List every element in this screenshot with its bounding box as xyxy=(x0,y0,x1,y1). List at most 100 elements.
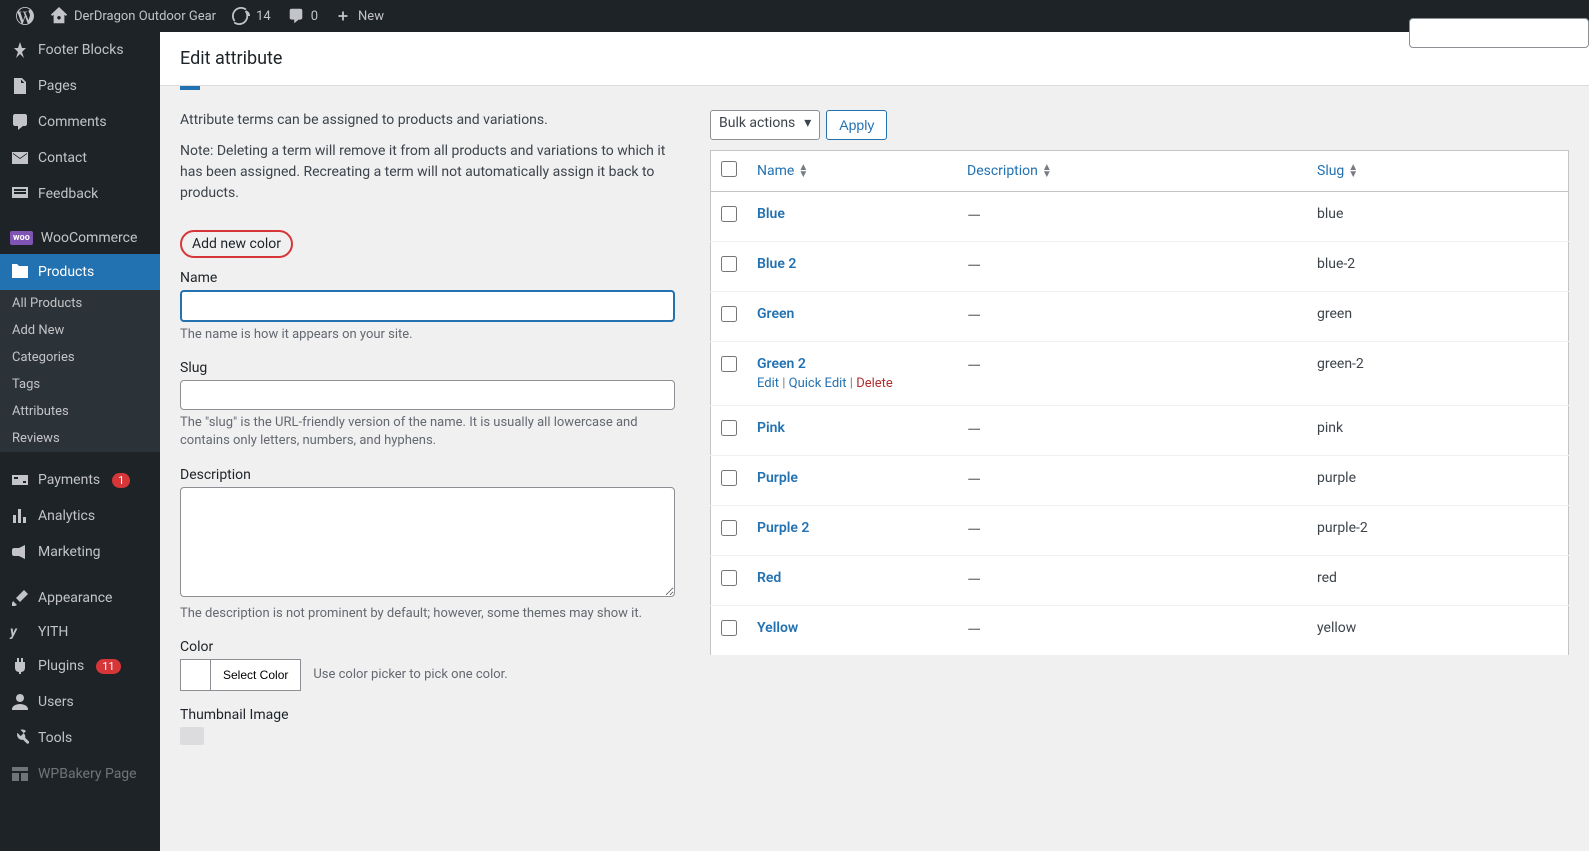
comments-link[interactable]: 0 xyxy=(279,0,326,32)
wp-logo[interactable] xyxy=(8,0,42,32)
term-name-link[interactable]: Red xyxy=(757,570,781,586)
term-description: — xyxy=(967,256,981,277)
color-swatch[interactable] xyxy=(181,660,211,690)
term-slug: blue xyxy=(1307,192,1569,242)
brush-icon xyxy=(10,588,30,608)
new-label: New xyxy=(358,9,384,24)
term-slug: yellow xyxy=(1307,606,1569,656)
update-icon xyxy=(232,7,250,25)
sidebar-item-marketing[interactable]: Marketing xyxy=(0,534,160,570)
name-input[interactable] xyxy=(180,290,675,322)
sidebar-label: Analytics xyxy=(38,508,95,524)
content-header: Edit attribute xyxy=(160,32,1589,86)
new-link[interactable]: New xyxy=(326,0,392,32)
sidebar-item-payments[interactable]: Payments 1 xyxy=(0,462,160,498)
payments-badge: 1 xyxy=(112,473,130,488)
term-name-link[interactable]: Purple 2 xyxy=(757,520,809,536)
col-slug[interactable]: Slug▲▼ xyxy=(1307,151,1569,192)
sidebar-item-plugins[interactable]: Plugins 11 xyxy=(0,648,160,684)
term-slug: purple-2 xyxy=(1307,506,1569,556)
sidebar-item-yith[interactable]: y YITH xyxy=(0,616,160,648)
bulk-actions-select[interactable]: Bulk actions xyxy=(710,110,820,140)
row-checkbox[interactable] xyxy=(721,620,737,636)
table-row: Green 2 Edit | Quick Edit | Delete — gre… xyxy=(711,342,1569,406)
row-checkbox[interactable] xyxy=(721,570,737,586)
submenu-categories[interactable]: Categories xyxy=(0,344,160,371)
slug-help: The "slug" is the URL-friendly version o… xyxy=(180,414,680,450)
builder-icon xyxy=(10,764,30,784)
sidebar-item-wpbakery[interactable]: WPBakery Page xyxy=(0,756,160,792)
col-description[interactable]: Description▲▼ xyxy=(957,151,1307,192)
slug-input[interactable] xyxy=(180,380,675,410)
description-field: Description The description is not promi… xyxy=(180,467,680,623)
submenu-all-products[interactable]: All Products xyxy=(0,290,160,317)
sidebar-label: Products xyxy=(38,264,94,280)
row-checkbox[interactable] xyxy=(721,420,737,436)
admin-bar: DerDragon Outdoor Gear 14 0 New xyxy=(0,0,1589,32)
sidebar-item-users[interactable]: Users xyxy=(0,684,160,720)
sidebar-item-footer-blocks[interactable]: Footer Blocks xyxy=(0,32,160,68)
term-name-link[interactable]: Blue xyxy=(757,206,785,222)
table-row: Blue 2 — blue-2 xyxy=(711,242,1569,292)
description-help: The description is not prominent by defa… xyxy=(180,605,680,623)
site-name: DerDragon Outdoor Gear xyxy=(74,9,216,24)
row-checkbox[interactable] xyxy=(721,206,737,222)
col-name[interactable]: Name▲▼ xyxy=(747,151,957,192)
sidebar-item-analytics[interactable]: Analytics xyxy=(0,498,160,534)
row-checkbox[interactable] xyxy=(721,520,737,536)
updates-link[interactable]: 14 xyxy=(224,0,279,32)
slug-label: Slug xyxy=(180,360,680,376)
sort-icon: ▲▼ xyxy=(1348,164,1358,178)
term-name-link[interactable]: Purple xyxy=(757,470,798,486)
name-label: Name xyxy=(180,270,680,286)
table-row: Yellow — yellow xyxy=(711,606,1569,656)
comment-icon xyxy=(287,7,305,25)
sidebar-label: Footer Blocks xyxy=(38,42,124,58)
term-slug: red xyxy=(1307,556,1569,606)
sidebar-item-products[interactable]: Products xyxy=(0,254,160,290)
color-label: Color xyxy=(180,639,680,655)
select-all-checkbox[interactable] xyxy=(721,161,737,177)
comments-count: 0 xyxy=(311,9,318,24)
plus-icon xyxy=(334,7,352,25)
thumbnail-placeholder-icon[interactable] xyxy=(180,727,204,745)
site-link[interactable]: DerDragon Outdoor Gear xyxy=(42,0,224,32)
row-checkbox[interactable] xyxy=(721,356,737,372)
submenu-tags[interactable]: Tags xyxy=(0,371,160,398)
term-name-link[interactable]: Yellow xyxy=(757,620,798,636)
mail-icon xyxy=(10,148,30,168)
row-actions: Edit | Quick Edit | Delete xyxy=(757,376,947,391)
users-icon xyxy=(10,692,30,712)
sidebar-item-contact[interactable]: Contact xyxy=(0,140,160,176)
sidebar-item-comments[interactable]: Comments xyxy=(0,104,160,140)
sidebar-item-tools[interactable]: Tools xyxy=(0,720,160,756)
sidebar-item-appearance[interactable]: Appearance xyxy=(0,580,160,616)
submenu-reviews[interactable]: Reviews xyxy=(0,425,160,452)
quick-edit-link[interactable]: Quick Edit xyxy=(789,376,847,391)
intro-p2: Note: Deleting a term will remove it fro… xyxy=(180,141,680,204)
sidebar-item-woocommerce[interactable]: woo WooCommerce xyxy=(0,222,160,254)
thumbnail-field: Thumbnail Image xyxy=(180,707,680,749)
submenu-attributes[interactable]: Attributes xyxy=(0,398,160,425)
delete-link[interactable]: Delete xyxy=(856,376,893,391)
term-name-link[interactable]: Pink xyxy=(757,420,785,436)
search-input[interactable] xyxy=(1409,18,1589,48)
edit-link[interactable]: Edit xyxy=(757,376,779,391)
row-checkbox[interactable] xyxy=(721,256,737,272)
submenu-add-new[interactable]: Add New xyxy=(0,317,160,344)
analytics-icon xyxy=(10,506,30,526)
sidebar-label: Payments xyxy=(38,472,100,488)
description-input[interactable] xyxy=(180,487,675,597)
sidebar-label: Pages xyxy=(38,78,77,94)
select-color-button[interactable]: Select Color xyxy=(211,660,300,690)
row-checkbox[interactable] xyxy=(721,470,737,486)
apply-button[interactable]: Apply xyxy=(826,110,887,140)
products-icon xyxy=(10,262,30,282)
term-name-link[interactable]: Green xyxy=(757,306,794,322)
term-slug: blue-2 xyxy=(1307,242,1569,292)
sidebar-item-pages[interactable]: Pages xyxy=(0,68,160,104)
row-checkbox[interactable] xyxy=(721,306,737,322)
sidebar-item-feedback[interactable]: Feedback xyxy=(0,176,160,212)
term-name-link[interactable]: Green 2 xyxy=(757,356,806,372)
term-name-link[interactable]: Blue 2 xyxy=(757,256,796,272)
